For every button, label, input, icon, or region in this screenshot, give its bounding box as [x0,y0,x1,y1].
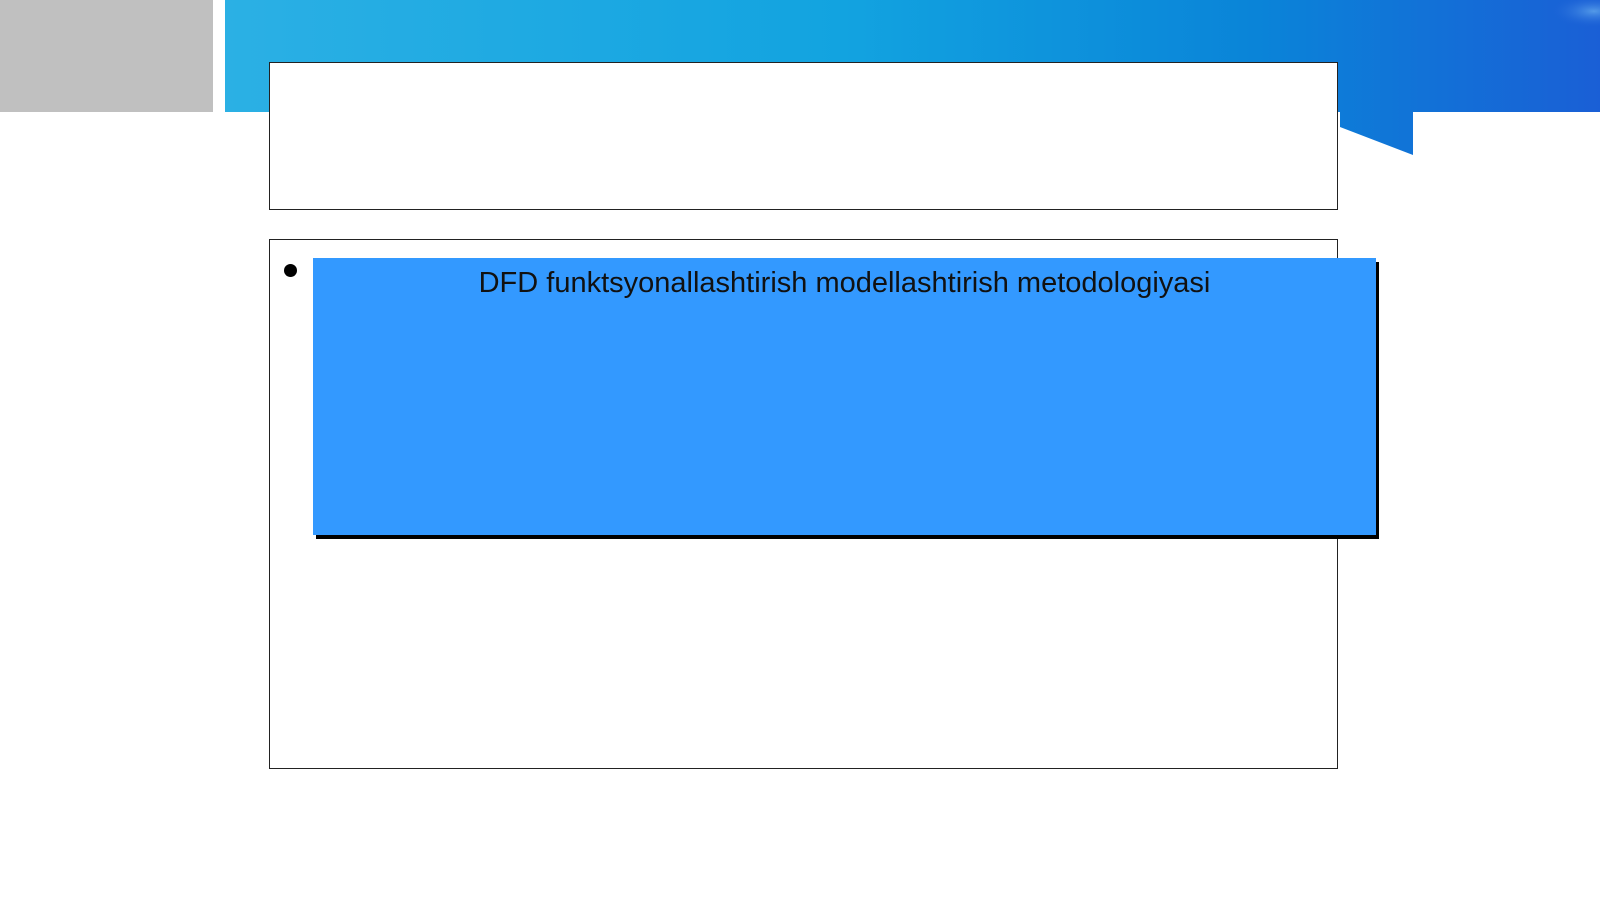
title-placeholder[interactable] [269,62,1338,210]
slide: DFD funktsyonallashtirish modellashtiris… [0,0,1600,899]
bullet-dot-icon [284,264,297,277]
blue-text-card[interactable]: DFD funktsyonallashtirish modellashtiris… [313,258,1376,535]
corner-gray-block [0,0,213,112]
card-text: DFD funktsyonallashtirish modellashtiris… [478,267,1211,299]
